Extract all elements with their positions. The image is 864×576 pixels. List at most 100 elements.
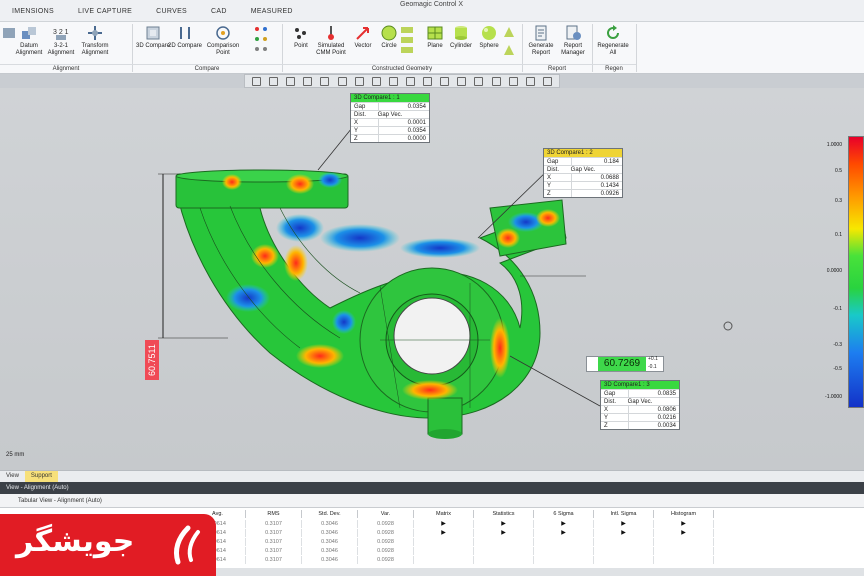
cell-statistics[interactable]: ▶ [474, 529, 534, 537]
transform-alignment-button[interactable]: Transform Alignment [78, 24, 112, 64]
model-viewport[interactable]: 60.7511 60.7269 +0.1 -0.1 3D Compare1 : … [0, 88, 864, 470]
cell-intl-sigma[interactable] [594, 556, 654, 564]
cell-6-sigma[interactable] [534, 538, 594, 546]
view-tool-icon[interactable] [388, 76, 398, 86]
geometry-mini-tools[interactable] [396, 24, 418, 64]
table-row[interactable]: 0.0614 0.3107 0.3046 0.0928 [190, 547, 714, 555]
callout-title: 3D Compare1 : 2 [544, 149, 622, 157]
menu-tab-dimensions[interactable]: IMENSIONS [0, 8, 66, 15]
three-two-one-alignment-button[interactable]: 3 2 1 3-2-1 Alignment [44, 24, 78, 64]
column-header-std-dev[interactable]: Std. Dev. [302, 510, 358, 518]
column-header-matrix[interactable]: Matrix [414, 510, 474, 518]
cell-intl-sigma[interactable]: ▶ [594, 520, 654, 528]
cell-6-sigma[interactable] [534, 547, 594, 555]
watermark-mark-icon [173, 525, 200, 565]
callout-title: 3D Compare1 : 1 [351, 94, 429, 102]
point-icon [292, 25, 310, 41]
generate-report-button[interactable]: Generate Report [524, 24, 558, 64]
watermark-logo: جویشگر [0, 514, 216, 576]
cell-intl-sigma[interactable] [594, 547, 654, 555]
view-tool-icon[interactable] [406, 76, 416, 86]
datum-alignment-button[interactable]: Datum Alignment [12, 24, 46, 64]
diameter-tolerance-upper: +0.1 [648, 356, 658, 362]
report-manager-button[interactable]: Report Manager [556, 24, 590, 64]
datum-alignment-icon [20, 25, 38, 41]
column-header-6-sigma[interactable]: 6 Sigma [534, 510, 594, 518]
view-tool-icon[interactable] [542, 76, 552, 86]
cell-matrix[interactable] [414, 547, 474, 555]
column-header-var[interactable]: Var. [358, 510, 414, 518]
tabular-view-tab[interactable]: Tabular View - Alignment (Auto) [0, 494, 864, 508]
column-header-rms[interactable]: RMS [246, 510, 302, 518]
menu-tab-curves[interactable]: CURVES [144, 8, 199, 15]
view-tool-icon[interactable] [457, 76, 467, 86]
view-tool-icon[interactable] [474, 76, 484, 86]
cell-histogram[interactable]: ▶ [654, 529, 714, 537]
column-header-histogram[interactable]: Histogram [654, 510, 714, 518]
cmm-point-icon [322, 25, 340, 41]
cell-histogram[interactable] [654, 556, 714, 564]
cell-histogram[interactable]: ▶ [654, 520, 714, 528]
tab-support[interactable]: Support [24, 471, 58, 482]
table-row[interactable]: 0.0614 0.3107 0.3046 0.0928 ▶ ▶ ▶ ▶ ▶ [190, 520, 714, 528]
view-tool-icon[interactable] [337, 76, 347, 86]
table-row[interactable]: 0.0614 0.3107 0.3046 0.0928 [190, 556, 714, 564]
simulated-cmm-point-button[interactable]: Simulated CMM Point [312, 24, 350, 64]
compare-callout-1[interactable]: 3D Compare1 : 1 Gap Dist. 0.0354 Gap Vec.… [350, 93, 430, 143]
view-tool-icon[interactable] [423, 76, 433, 86]
tab-view[interactable]: View [0, 471, 25, 482]
view-tool-icon[interactable] [286, 76, 296, 86]
sphere-icon [480, 25, 498, 41]
geometry-extra-tools[interactable] [500, 24, 518, 64]
group-label-regen: Regen [592, 64, 636, 73]
menu-tab-cad[interactable]: CAD [199, 8, 239, 15]
view-tool-icon[interactable] [252, 76, 262, 86]
view-tool-icon[interactable] [525, 76, 535, 86]
cell-statistics[interactable] [474, 547, 534, 555]
cell-statistics[interactable] [474, 538, 534, 546]
view-tool-icon[interactable] [491, 76, 501, 86]
cell-matrix[interactable] [414, 556, 474, 564]
column-header-intl-sigma[interactable]: Intl. Sigma [594, 510, 654, 518]
menu-tab-live-capture[interactable]: LIVE CAPTURE [66, 8, 144, 15]
panel-title: View - Alignment (Auto) [0, 482, 864, 494]
view-tool-icon[interactable] [508, 76, 518, 86]
cell-matrix[interactable] [414, 538, 474, 546]
cell-statistics[interactable] [474, 556, 534, 564]
deviation-color-scale [848, 136, 864, 408]
view-tool-icon[interactable] [354, 76, 364, 86]
regenerate-all-button[interactable]: Regenerate All [596, 24, 630, 64]
cylinder-icon [452, 25, 470, 41]
comparison-point-button[interactable]: Comparison Point [206, 24, 240, 64]
cell-intl-sigma[interactable]: ▶ [594, 529, 654, 537]
cell-histogram[interactable] [654, 547, 714, 555]
group-label-alignment: Alignment [0, 64, 132, 73]
view-tool-icon[interactable] [371, 76, 381, 86]
compare-callout-2[interactable]: 3D Compare1 : 2 Gap Dist. 0.184 Gap Vec. … [543, 148, 623, 198]
view-tool-icon[interactable] [440, 76, 450, 86]
vertical-dimension-label[interactable]: 60.7511 [145, 340, 159, 380]
table-row[interactable]: 0.0614 0.3107 0.3046 0.0928 ▶ ▶ ▶ ▶ ▶ [190, 529, 714, 537]
turbo-housing-model[interactable] [0, 88, 864, 470]
column-header-statistics[interactable]: Statistics [474, 510, 534, 518]
three-d-compare-button[interactable]: 3D Compare [136, 24, 170, 64]
regenerate-icon [604, 25, 622, 41]
cell-intl-sigma[interactable] [594, 538, 654, 546]
view-tool-icon[interactable] [303, 76, 313, 86]
table-row[interactable]: 0.0614 0.3107 0.3046 0.0928 [190, 538, 714, 546]
cell-matrix[interactable]: ▶ [414, 520, 474, 528]
view-tool-icon[interactable] [269, 76, 279, 86]
cell-histogram[interactable] [654, 538, 714, 546]
table-header: Avg. RMS Std. Dev. Var. Matrix Statistic… [190, 510, 714, 518]
comparison-point-icon [214, 25, 232, 41]
compare-mini-tools[interactable] [248, 24, 274, 64]
cell-statistics[interactable]: ▶ [474, 520, 534, 528]
compare-callout-3[interactable]: 3D Compare1 : 3 Gap Dist. 0.0835 Gap Vec.… [600, 380, 680, 430]
two-d-compare-button[interactable]: 2D Compare [168, 24, 202, 64]
cell-6-sigma[interactable]: ▶ [534, 520, 594, 528]
view-tool-icon[interactable] [320, 76, 330, 86]
menu-tab-measured[interactable]: MEASURED [239, 8, 305, 15]
cell-matrix[interactable]: ▶ [414, 529, 474, 537]
cell-6-sigma[interactable] [534, 556, 594, 564]
cell-6-sigma[interactable]: ▶ [534, 529, 594, 537]
